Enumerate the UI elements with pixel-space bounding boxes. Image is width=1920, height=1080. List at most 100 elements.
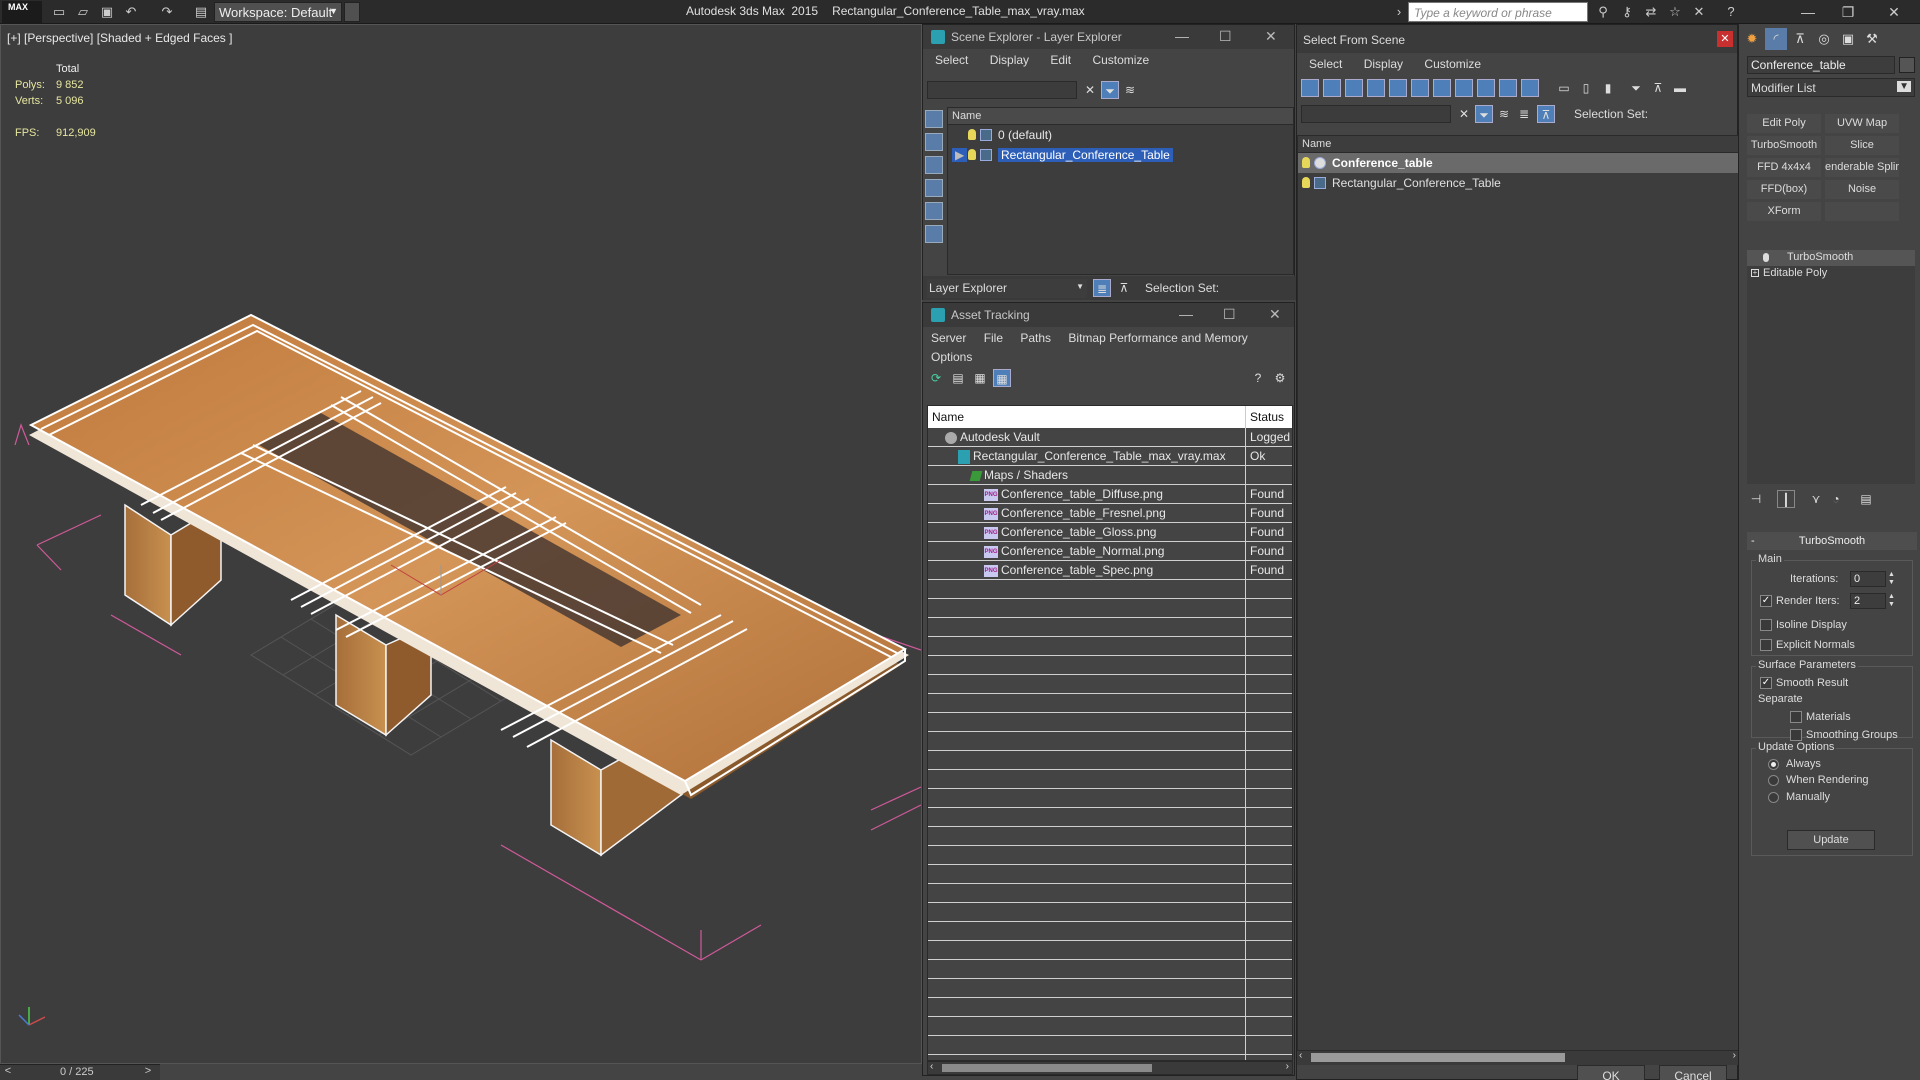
clear-find-icon[interactable]: ✕ — [1455, 105, 1473, 123]
object-color-swatch[interactable] — [1899, 57, 1915, 73]
visibility-bulb-icon[interactable] — [1302, 157, 1310, 168]
key-icon[interactable]: ⚷ — [1618, 3, 1636, 21]
expand-arrow-icon[interactable]: ▶ — [952, 148, 968, 162]
conference-table-model[interactable] — [1, 25, 922, 1064]
select-invert-icon[interactable]: ▮ — [1599, 79, 1617, 97]
render-iters-spinner[interactable]: 2 — [1850, 593, 1886, 609]
minimize-icon[interactable]: — — [1790, 1, 1826, 23]
modifier-uvw-map-button[interactable]: UVW Map — [1825, 114, 1899, 133]
tree-row[interactable]: ▶ Rectangular_Conference_Table — [948, 145, 1293, 165]
modifier-empty-button[interactable] — [1825, 202, 1899, 221]
modifier-turbosmooth-button[interactable]: TurboSmooth — [1747, 136, 1821, 155]
scene-explorer-titlebar[interactable]: Scene Explorer - Layer Explorer — ☐ ✕ — [923, 25, 1294, 49]
create-tab-icon[interactable]: ✹ — [1741, 28, 1763, 50]
settings-icon[interactable]: ⚙ — [1271, 369, 1289, 387]
display-bones-icon[interactable] — [1477, 79, 1495, 97]
scroll-left-icon[interactable]: ‹ — [1299, 1050, 1302, 1061]
scroll-left-icon[interactable]: ‹ — [930, 1061, 933, 1072]
menu-paths[interactable]: Paths — [1020, 331, 1051, 345]
visibility-bulb-icon[interactable] — [968, 129, 976, 140]
column-header-name[interactable]: Name — [928, 406, 1246, 428]
explicit-normals-checkbox[interactable] — [1760, 639, 1772, 651]
modifier-renderable-spline-button[interactable]: enderable Splir — [1825, 158, 1899, 177]
smooth-result-checkbox[interactable]: ✓ — [1760, 677, 1772, 689]
when-rendering-radio[interactable] — [1768, 775, 1779, 786]
thumbnail-view-icon[interactable]: ▦ — [971, 369, 989, 387]
project-folder-icon[interactable]: ▤ — [192, 3, 210, 21]
show-end-result-icon[interactable]: ┃ — [1777, 490, 1795, 508]
menu-options[interactable]: Options — [931, 350, 972, 364]
display-groups-icon[interactable] — [1433, 79, 1451, 97]
visibility-bulb-icon[interactable] — [968, 149, 976, 160]
menu-file[interactable]: File — [984, 331, 1003, 345]
table-row[interactable]: PNG Conference_table_Spec.png Found — [928, 561, 1292, 580]
ok-button[interactable]: OK — [1577, 1065, 1645, 1080]
modifier-noise-button[interactable]: Noise — [1825, 180, 1899, 199]
display-xrefs-icon[interactable] — [1455, 79, 1473, 97]
select-all-icon[interactable]: ▭ — [1555, 79, 1573, 97]
explorer-type-dropdown[interactable]: Layer Explorer ▼ — [927, 279, 1087, 298]
manually-radio[interactable] — [1768, 792, 1779, 803]
stack-item-turbosmooth[interactable]: TurboSmooth — [1747, 250, 1915, 266]
select-none-icon[interactable]: ▯ — [1577, 79, 1595, 97]
visibility-bulb-icon[interactable] — [1302, 177, 1310, 188]
layer-options-icon[interactable]: ≋ — [1121, 81, 1139, 99]
time-prev-button[interactable]: < — [2, 1065, 14, 1077]
minimize-icon[interactable]: — — [1175, 28, 1189, 44]
help-icon[interactable]: ? — [1249, 369, 1267, 387]
tree-row[interactable]: 0 (default) — [948, 125, 1293, 145]
stack-item-editable-poly[interactable]: + Editable Poly — [1747, 266, 1915, 282]
find-input[interactable] — [927, 81, 1077, 99]
make-unique-icon[interactable]: ⋎ — [1807, 490, 1825, 508]
display-shapes-icon[interactable] — [925, 133, 943, 151]
filter-icon[interactable]: ⏷ — [1627, 79, 1645, 97]
filter-icon[interactable]: ⏷ — [1101, 81, 1119, 99]
new-file-icon[interactable]: ▭ — [50, 3, 68, 21]
layer-table-label[interactable]: Rectangular_Conference_Table — [998, 148, 1173, 162]
modifier-ffd-box-button[interactable]: FFD(box) — [1747, 180, 1821, 199]
close-icon[interactable]: ✕ — [1717, 31, 1733, 47]
menu-select[interactable]: Select — [1309, 57, 1342, 71]
display-cameras-icon[interactable] — [1367, 79, 1385, 97]
scrollbar-thumb[interactable] — [942, 1064, 1152, 1072]
cancel-button[interactable]: Cancel — [1659, 1065, 1727, 1080]
workspace-dropdown[interactable]: Workspace: Default ▼ — [214, 2, 342, 22]
close-icon[interactable]: ✕ — [1265, 28, 1277, 45]
list-item[interactable]: Conference_table — [1298, 153, 1738, 173]
object-name-field[interactable]: Conference_table — [1747, 56, 1895, 74]
display-geometry-icon[interactable] — [925, 110, 943, 128]
display-helpers-icon[interactable] — [925, 202, 943, 220]
modifier-slice-button[interactable]: Slice — [1825, 136, 1899, 155]
asset-tracking-titlebar[interactable]: Asset Tracking — ☐ ✕ — [923, 303, 1294, 327]
table-row[interactable]: Rectangular_Conference_Table_max_vray.ma… — [928, 447, 1292, 466]
modifier-edit-poly-button[interactable]: Edit Poly — [1747, 114, 1821, 133]
close-search-icon[interactable]: ✕ — [1690, 3, 1708, 21]
find-input[interactable] — [1301, 105, 1451, 123]
asset-name-cell[interactable]: PNG Conference_table_Spec.png — [928, 561, 1246, 579]
layer-explorer-icon[interactable]: ≣ — [1515, 105, 1533, 123]
modifier-list-dropdown[interactable]: Modifier List ▼ — [1747, 78, 1915, 97]
layer-default-label[interactable]: 0 (default) — [998, 128, 1052, 142]
modifier-bulb-icon[interactable] — [1763, 253, 1769, 262]
table-row[interactable]: Autodesk Vault Logged — [928, 428, 1292, 447]
menu-display[interactable]: Display — [990, 53, 1029, 67]
asset-name-cell[interactable]: PNG Conference_table_Fresnel.png — [928, 504, 1246, 522]
star-icon[interactable]: ☆ — [1666, 3, 1684, 21]
workspace-menu-button[interactable] — [344, 2, 360, 22]
minimize-icon[interactable]: — — [1179, 306, 1193, 322]
display-helpers-icon[interactable] — [1389, 79, 1407, 97]
collapse-icon[interactable]: ▬ — [1671, 79, 1689, 97]
object-label[interactable]: Rectangular_Conference_Table — [1332, 176, 1501, 190]
help-icon[interactable]: ? — [1722, 3, 1740, 21]
scroll-right-icon[interactable]: › — [1733, 1050, 1736, 1061]
object-label[interactable]: Conference_table — [1332, 156, 1433, 170]
column-header-status[interactable]: Status — [1246, 406, 1288, 428]
update-button[interactable]: Update — [1787, 830, 1875, 850]
asset-name-cell[interactable]: PNG Conference_table_Gloss.png — [928, 523, 1246, 541]
hierarchy-icon[interactable]: ⊼ — [1649, 79, 1667, 97]
asset-name-cell[interactable]: Maps / Shaders — [928, 466, 1246, 484]
modifier-xform-button[interactable]: XForm — [1747, 202, 1821, 221]
restore-icon[interactable]: ❐ — [1830, 1, 1866, 23]
menu-display[interactable]: Display — [1364, 57, 1403, 71]
menu-customize[interactable]: Customize — [1424, 57, 1481, 71]
